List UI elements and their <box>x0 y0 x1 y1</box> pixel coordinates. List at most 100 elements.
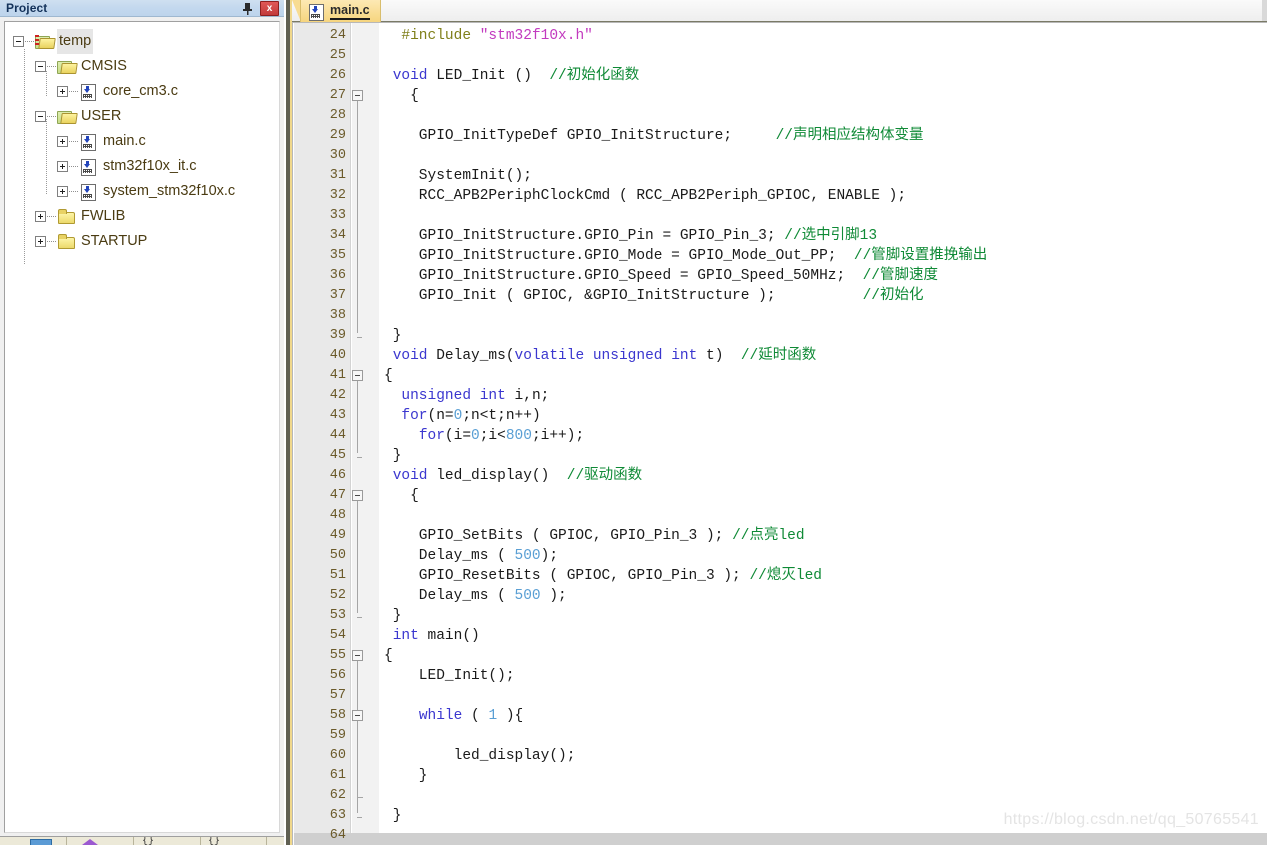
expand-icon[interactable] <box>57 186 68 197</box>
fold-collapse-icon[interactable] <box>352 650 363 661</box>
line-text: } <box>384 328 402 344</box>
magic-wand-icon[interactable] <box>78 839 102 845</box>
tree-connector <box>47 241 56 242</box>
line-number: 55 <box>329 648 346 663</box>
c-file-icon <box>79 159 97 176</box>
code-line: 62 <box>294 786 1267 806</box>
tree-connector <box>25 41 34 42</box>
code-line: 53 } <box>294 606 1267 626</box>
line-text: GPIO_Init ( GPIOC, &GPIO_InitStructure )… <box>384 288 924 304</box>
line-number: 25 <box>329 48 346 63</box>
brace-match-icon-2[interactable]: {} <box>208 837 220 845</box>
line-number: 60 <box>329 748 346 763</box>
tree-item-label: STARTUP <box>81 233 148 249</box>
tab-main-c[interactable]: main.c <box>300 0 381 22</box>
fold-range-end <box>357 617 362 618</box>
tree-item-label: CMSIS <box>81 58 127 74</box>
expand-icon[interactable] <box>35 211 46 222</box>
line-number: 39 <box>329 328 346 343</box>
line-number: 38 <box>329 308 346 323</box>
code-line: 34 GPIO_InitStructure.GPIO_Pin = GPIO_Pi… <box>294 226 1267 246</box>
pin-icon[interactable] <box>240 1 255 16</box>
collapse-icon[interactable] <box>13 36 24 47</box>
tree-guide-root <box>24 49 25 264</box>
line-number: 44 <box>329 428 346 443</box>
editor-tabstrip: main.c <box>292 0 1267 22</box>
tree-connector <box>69 166 78 167</box>
line-text: GPIO_InitStructure.GPIO_Speed = GPIO_Spe… <box>384 268 938 284</box>
line-text: } <box>384 768 428 784</box>
code-line: 57 <box>294 686 1267 706</box>
folder-open-icon <box>57 109 75 124</box>
line-number: 49 <box>329 528 346 543</box>
code-line: 28 <box>294 106 1267 126</box>
line-text: { <box>384 88 419 104</box>
expand-icon[interactable] <box>57 161 68 172</box>
tree-item-label: USER <box>81 108 122 124</box>
code-lines: 24 #include "stm32f10x.h" 25 26 void LED_I… <box>294 26 1267 845</box>
line-text: { <box>384 488 419 504</box>
close-button[interactable]: x <box>260 1 279 16</box>
code-line: 59 <box>294 726 1267 746</box>
editor-pane: main.c 24 #include "stm32f10x.h" 25 26 voi… <box>292 0 1267 845</box>
line-number: 28 <box>329 108 346 123</box>
code-line: 38 <box>294 306 1267 326</box>
expand-icon[interactable] <box>57 86 68 97</box>
folder-icon <box>57 234 75 249</box>
tree-item-cmsis[interactable]: CMSIS <box>7 54 279 79</box>
tree-item-main-c[interactable]: main.c <box>7 129 279 154</box>
fold-collapse-icon[interactable] <box>352 490 363 501</box>
line-number: 63 <box>329 808 346 823</box>
fold-collapse-icon[interactable] <box>352 370 363 381</box>
code-line: 47 { <box>294 486 1267 506</box>
collapse-icon[interactable] <box>35 61 46 72</box>
fold-range-end <box>357 337 362 338</box>
project-tree[interactable]: temp CMSIS core_cm3.c USER main.c stm32f10x_i… <box>7 29 279 264</box>
horizontal-scrollbar[interactable] <box>294 833 1267 845</box>
tree-item-core-cm3-c[interactable]: core_cm3.c <box>7 79 279 104</box>
line-number: 53 <box>329 608 346 623</box>
expand-icon[interactable] <box>35 236 46 247</box>
line-text: led_display(); <box>384 748 576 764</box>
code-line: 45 } <box>294 446 1267 466</box>
line-text: void Delay_ms(volatile unsigned int t) /… <box>392 348 817 364</box>
code-editor[interactable]: 24 #include "stm32f10x.h" 25 26 void LED_I… <box>292 22 1267 845</box>
tabstrip-right-edge <box>1262 0 1267 21</box>
toolbar-separator <box>266 837 267 845</box>
line-number: 46 <box>329 468 346 483</box>
collapse-icon[interactable] <box>35 111 46 122</box>
brace-match-icon[interactable]: {} <box>142 837 154 845</box>
code-line: 30 <box>294 146 1267 166</box>
line-number: 58 <box>329 708 346 723</box>
tree-item-label: temp <box>57 29 94 54</box>
tree-item-label: stm32f10x_it.c <box>103 158 197 174</box>
tree-item-system-stm32f10x-c[interactable]: system_stm32f10x.c <box>7 179 279 204</box>
line-text: GPIO_InitStructure.GPIO_Pin = GPIO_Pin_3… <box>384 228 878 244</box>
tree-item-fwlib[interactable]: FWLIB <box>7 204 279 229</box>
code-line: 27 { <box>294 86 1267 106</box>
fold-collapse-icon[interactable] <box>352 710 363 721</box>
tree-item-stm32f10x-it-c[interactable]: stm32f10x_it.c <box>7 154 279 179</box>
tree-guide-cmsis <box>46 71 47 96</box>
code-line: 24 #include "stm32f10x.h" <box>294 26 1267 46</box>
fold-collapse-icon[interactable] <box>352 90 363 101</box>
line-text: for(i=0;i<800;i++); <box>418 428 585 444</box>
line-number: 34 <box>329 228 346 243</box>
line-text: void LED_Init () //初始化函数 <box>392 68 640 84</box>
tree-item-label: main.c <box>103 133 146 149</box>
tree-item-user[interactable]: USER <box>7 104 279 129</box>
line-text: SystemInit(); <box>384 168 532 184</box>
c-file-icon <box>79 134 97 151</box>
line-number: 29 <box>329 128 346 143</box>
toolbar-separator <box>133 837 134 845</box>
expand-icon[interactable] <box>57 136 68 147</box>
build-target-icon[interactable] <box>30 839 52 845</box>
tree-item-temp[interactable]: temp <box>7 29 279 54</box>
pane-splitter[interactable] <box>284 0 292 845</box>
line-number: 26 <box>329 68 346 83</box>
code-line: 26 void LED_Init () //初始化函数 <box>294 66 1267 86</box>
code-line: 33 <box>294 206 1267 226</box>
line-number: 43 <box>329 408 346 423</box>
tree-item-startup[interactable]: STARTUP <box>7 229 279 254</box>
code-line: 39 } <box>294 326 1267 346</box>
